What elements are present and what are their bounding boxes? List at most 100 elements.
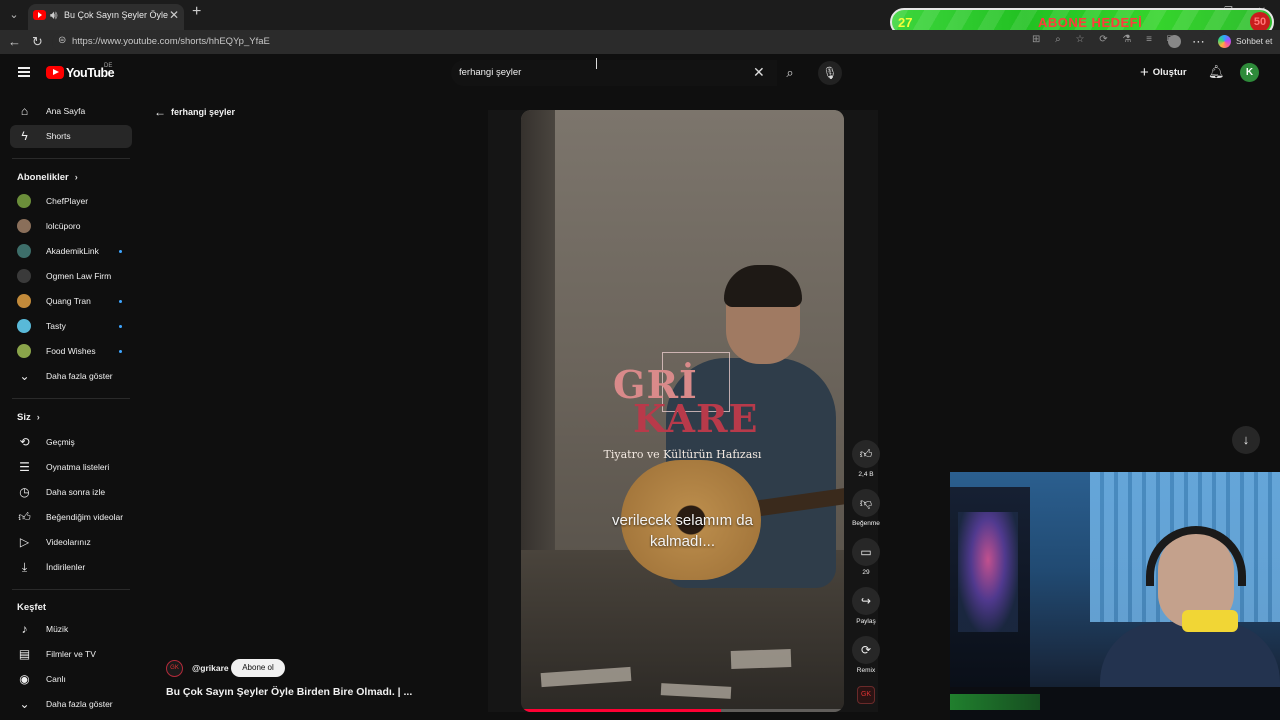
browser-profile-icon[interactable] (1168, 35, 1181, 48)
liked-videos-icon: 👍︎ (18, 510, 31, 524)
you-heading[interactable]: Siz › (17, 412, 40, 423)
sidebar-item-home[interactable]: ⌂ Ana Sayfa (10, 100, 132, 123)
dislike-icon[interactable]: 👎︎ (852, 489, 880, 517)
comments-action: ▭ 29 (851, 538, 881, 576)
subscriptions-heading[interactable]: Abonelikler › (17, 172, 78, 183)
new-content-dot (119, 350, 122, 353)
like-count: 2,4 B (858, 471, 874, 478)
speaker-icon[interactable]: 🔊︎ (50, 8, 58, 23)
more-menu-icon[interactable]: ⋯ (1192, 34, 1205, 50)
sidebar-item-your-videos[interactable]: ▷ Videolarınız (10, 531, 132, 554)
dislike-label: Beğenme (852, 520, 880, 527)
extension-icons[interactable]: ⊞ ⌕ ☆ ⟳ ⚗ ≡ ⧉ (1032, 34, 1180, 45)
create-button[interactable]: + Oluştur (1140, 64, 1187, 82)
arrow-left-icon: ← (154, 105, 166, 119)
notifications-bell-icon[interactable]: 🔔︎ (1208, 64, 1225, 80)
watermark-subtitle: Tiyatro ve Kültürün Hafızası (603, 448, 762, 461)
sidebar-divider (12, 398, 130, 399)
sidebar-item-label: lolcüporo (46, 221, 81, 231)
sidebar-item-subscription[interactable]: Quang Tran (10, 290, 132, 313)
sidebar-item-label: Daha sonra izle (46, 487, 106, 497)
back-to-search-link[interactable]: ← ferhangi şeyler (154, 105, 235, 119)
watermark-logo-line2: KARE (633, 396, 759, 441)
channel-avatar (17, 194, 31, 208)
sidebar-item-label: Tasty (46, 321, 66, 331)
sidebar-item-liked-videos[interactable]: 👍︎ Beğendiğim videolar (10, 506, 132, 529)
sidebar-item-live[interactable]: ◉ Canlı (10, 668, 132, 691)
next-video-arrow-icon[interactable]: ↓ (1232, 426, 1260, 454)
search-input[interactable]: ferhangi şeyler ✕ (451, 60, 777, 86)
sidebar-divider (12, 158, 130, 159)
shorts-video-player[interactable]: GRİ KARE Tiyatro ve Kültürün Hafızası ve… (521, 110, 844, 712)
sidebar-item-label: Beğendiğim videolar (46, 512, 124, 522)
tab-title: Bu Çok Sayın Şeyler Öyle Birden Bire Olm… (64, 10, 168, 20)
sidebar-item-movies[interactable]: ▤ Filmler ve TV (10, 643, 132, 666)
sidebar-item-subscription[interactable]: Ogmen Law Firm (10, 265, 132, 288)
sidebar-item-shorts[interactable]: ϟ Shorts (10, 125, 132, 148)
sidebar-item-label: Quang Tran (46, 296, 91, 306)
webcam-microphone (1182, 610, 1238, 632)
sidebar-item-music[interactable]: ♪ Müzik (10, 618, 132, 641)
sidebar-item-subscription[interactable]: Food Wishes (10, 340, 132, 363)
sidebar-item-label: Videolarınız (46, 537, 91, 547)
browser-tab[interactable]: 🔊︎ Bu Çok Sayın Şeyler Öyle Birden Bire … (28, 4, 184, 30)
sidebar-item-downloads[interactable]: ⤓ İndirilenler (10, 556, 132, 579)
account-avatar[interactable]: K (1240, 63, 1259, 82)
video-title[interactable]: Bu Çok Sayın Şeyler Öyle Birden Bire Olm… (166, 686, 412, 698)
caption-line-1: verilecek selamım da (612, 512, 753, 529)
sidebar-show-more-subscriptions[interactable]: ⌄ Daha fazla göster (10, 365, 132, 388)
sidebar-item-history[interactable]: ⟲ Geçmiş (10, 431, 132, 454)
microphone-icon[interactable]: 🎙︎ (818, 61, 842, 85)
history-icon: ⟲ (19, 435, 30, 449)
video-progress-fill (521, 709, 722, 712)
copilot-icon[interactable] (1218, 35, 1231, 48)
sound-thumbnail[interactable]: GK (857, 686, 875, 704)
playlists-icon: ☰ (19, 460, 30, 474)
menu-icon[interactable] (18, 67, 30, 77)
remix-icon[interactable]: ⟳ (852, 636, 880, 664)
sidebar-item-playlists[interactable]: ☰ Oynatma listeleri (10, 456, 132, 479)
channel-avatar[interactable]: GK (166, 660, 183, 677)
webcam-overlay (950, 472, 1280, 720)
close-tab-icon[interactable]: ✕ (169, 8, 179, 22)
sidebar-item-subscription[interactable]: Tasty (10, 315, 132, 338)
like-icon[interactable]: 👍︎ (852, 440, 880, 468)
webcam-keyboard (950, 694, 1040, 710)
chevron-right-icon: › (36, 412, 40, 422)
chat-button-label[interactable]: Sohbet et (1236, 36, 1272, 46)
channel-handle[interactable]: @grikare (192, 663, 229, 673)
back-arrow-icon[interactable]: ← (8, 34, 21, 49)
back-link-label: ferhangi şeyler (171, 107, 236, 117)
sidebar-item-label: Food Wishes (46, 346, 96, 356)
explore-heading: Keşfet (17, 602, 46, 613)
create-label: Oluştur (1152, 67, 1187, 78)
sidebar-show-more-explore[interactable]: ⌄ Daha fazla göster (10, 693, 132, 716)
sidebar-divider (12, 589, 130, 590)
remix-label: Remix (856, 667, 876, 674)
video-caption: verilecek selamım da kalmadı... (521, 510, 844, 552)
share-label: Paylaş (856, 618, 876, 625)
new-tab-icon[interactable]: + (192, 3, 201, 21)
site-info-icon[interactable]: ⊜ (58, 35, 66, 46)
sidebar-item-subscription[interactable]: lolcüporo (10, 215, 132, 238)
sidebar-item-subscription[interactable]: AkademikLink (10, 240, 132, 263)
video-progress-bar[interactable] (521, 709, 844, 712)
your-videos-icon: ▷ (19, 535, 30, 549)
sidebar-item-subscription[interactable]: ChefPlayer (10, 190, 132, 213)
plus-icon: + (1140, 64, 1149, 81)
channel-avatar (17, 344, 31, 358)
subscribe-button[interactable]: Abone ol (231, 659, 285, 677)
sidebar-item-label: Ogmen Law Firm (46, 271, 112, 281)
home-icon: ⌂ (20, 104, 29, 118)
comments-icon[interactable]: ▭ (852, 538, 880, 566)
reload-icon[interactable]: ↻ (32, 34, 43, 50)
search-icon[interactable]: ⌕ (777, 60, 803, 86)
sidebar-item-label: Shorts (46, 131, 71, 141)
sidebar-item-watch-later[interactable]: ◷ Daha sonra izle (10, 481, 132, 504)
tab-search-chevron-icon[interactable]: ⌄ (6, 8, 22, 22)
share-icon[interactable]: ↪ (852, 587, 880, 615)
youtube-logo-icon[interactable] (46, 66, 64, 79)
chevron-down-icon: ⌄ (19, 697, 30, 711)
clear-search-icon[interactable]: ✕ (753, 64, 765, 81)
new-content-dot (119, 300, 122, 303)
